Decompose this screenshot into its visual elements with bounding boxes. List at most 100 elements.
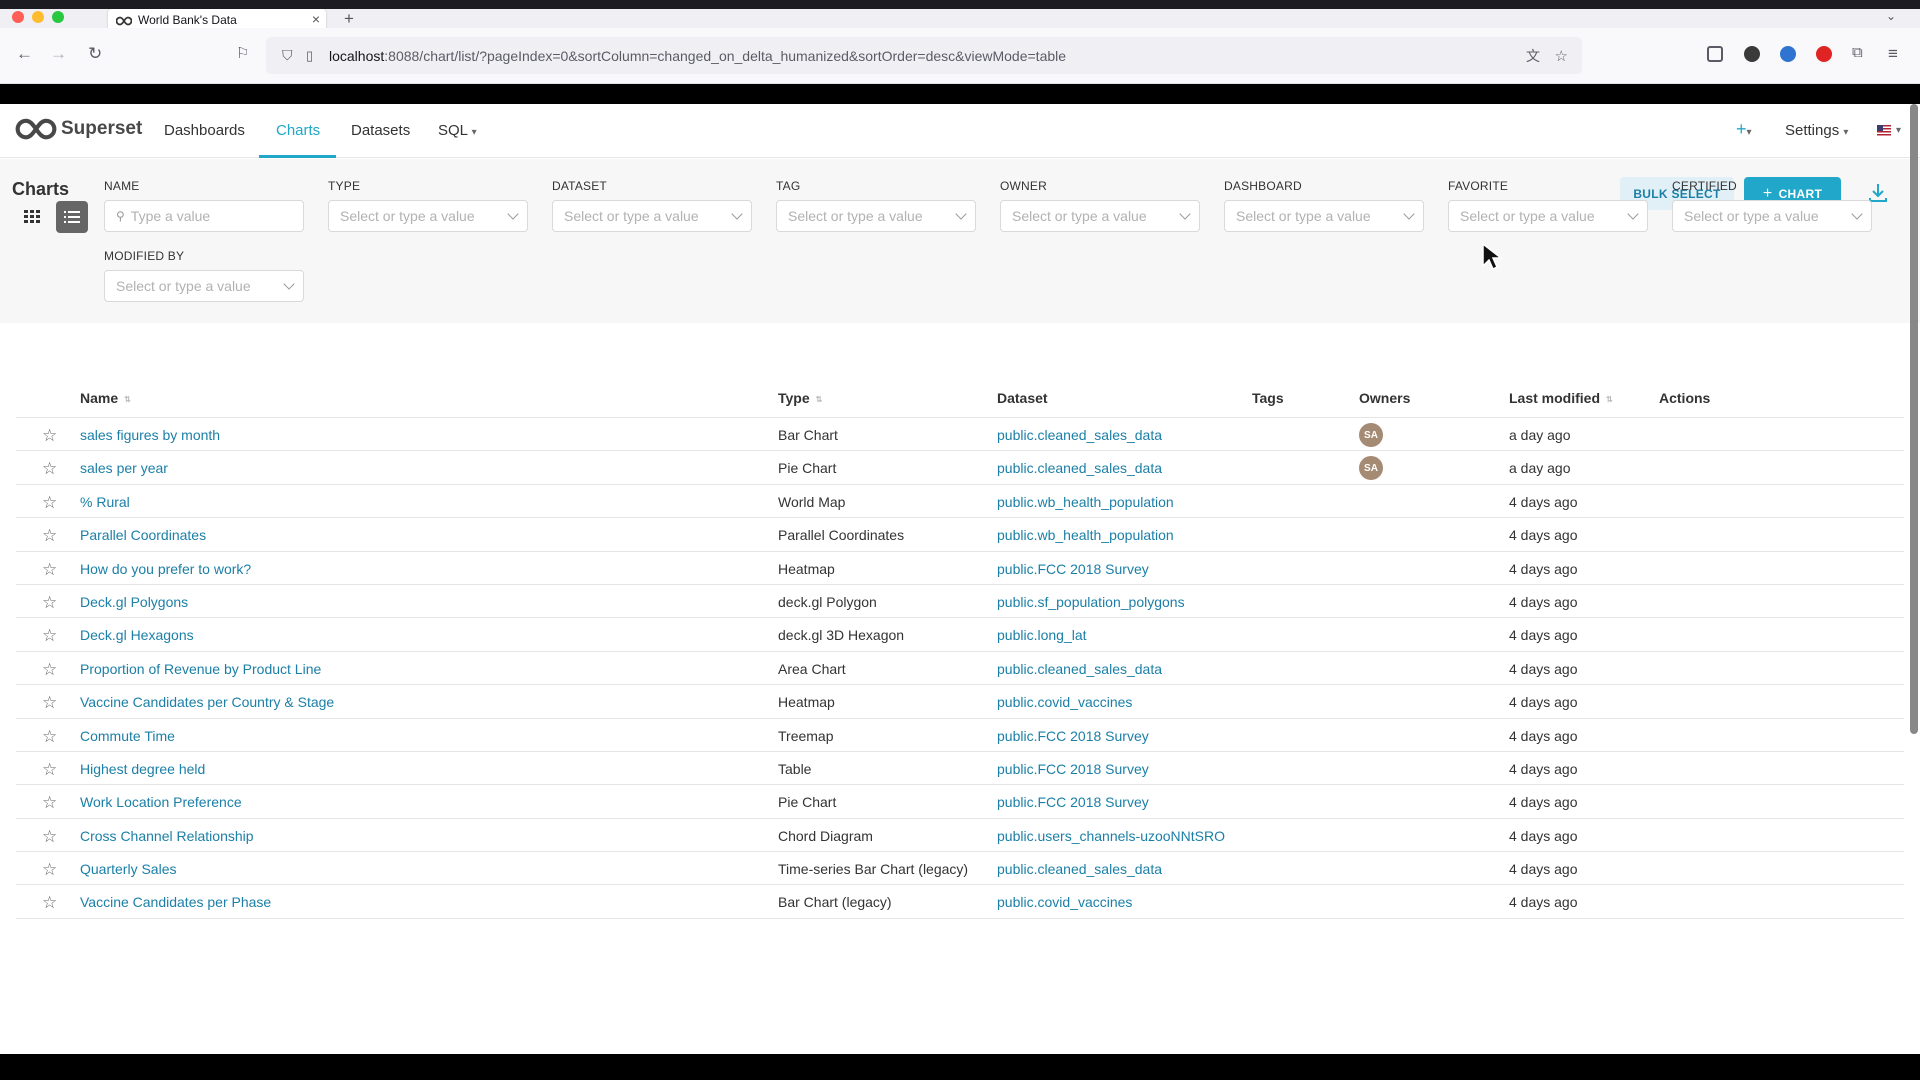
dataset-link[interactable]: public.FCC 2018 Survey	[997, 561, 1149, 577]
extension-s-icon[interactable]	[1744, 46, 1760, 62]
dataset-link[interactable]: public.sf_population_polygons	[997, 594, 1185, 610]
shield-icon[interactable]: ⛉	[282, 47, 293, 64]
favorite-star-icon[interactable]: ☆	[42, 760, 57, 780]
dashboard-select[interactable]: Select or type a value	[1224, 200, 1424, 232]
superset-logo[interactable]: Superset	[15, 118, 142, 140]
dataset-select[interactable]: Select or type a value	[552, 200, 752, 232]
chart-name-link[interactable]: % Rural	[80, 494, 130, 510]
close-tab-icon[interactable]: ×	[312, 11, 320, 27]
maximize-window-button[interactable]	[52, 11, 64, 23]
chart-type: Heatmap	[778, 560, 835, 577]
favorite-star-icon[interactable]: ☆	[42, 493, 57, 513]
nav-sql[interactable]: SQL ▾	[438, 122, 477, 139]
language-flag-icon[interactable]	[1877, 125, 1891, 136]
dataset-link[interactable]: public.long_lat	[997, 627, 1087, 643]
dataset-link[interactable]: public.cleaned_sales_data	[997, 460, 1162, 476]
favorite-select[interactable]: Select or type a value	[1448, 200, 1648, 232]
chart-name-link[interactable]: Highest degree held	[80, 761, 205, 777]
favorite-star-icon[interactable]: ☆	[42, 560, 57, 580]
extension-profile-icon[interactable]	[1780, 46, 1796, 62]
filter-favorite: FAVORITE Select or type a value	[1448, 179, 1648, 232]
forward-icon[interactable]: →	[50, 44, 67, 64]
tag-select[interactable]: Select or type a value	[776, 200, 976, 232]
bookmark-star-icon[interactable]: ☆	[1555, 47, 1568, 65]
name-search-input[interactable]	[130, 208, 281, 224]
chart-name-link[interactable]: Deck.gl Hexagons	[80, 627, 194, 643]
extensions-icon[interactable]: ⧉	[1852, 44, 1863, 61]
language-chevron-icon[interactable]: ▾	[1896, 125, 1901, 136]
url-text[interactable]: localhost:8088/chart/list/?pageIndex=0&s…	[329, 48, 1066, 64]
url-bar[interactable]: ⛉ ▯ localhost:8088/chart/list/?pageIndex…	[266, 37, 1582, 74]
owner-select[interactable]: Select or type a value	[1000, 200, 1200, 232]
modified-by-select[interactable]: Select or type a value	[104, 270, 304, 302]
chart-name-link[interactable]: Cross Channel Relationship	[80, 828, 254, 844]
page-info-icon[interactable]: ▯	[306, 48, 313, 64]
column-name[interactable]: Name ⇅	[80, 390, 131, 406]
favorite-star-icon[interactable]: ☆	[42, 827, 57, 847]
chart-name-link[interactable]: Commute Time	[80, 728, 175, 744]
dataset-link[interactable]: public.covid_vaccines	[997, 894, 1132, 910]
dataset-link[interactable]: public.FCC 2018 Survey	[997, 761, 1149, 777]
last-modified: a day ago	[1509, 460, 1571, 477]
adblock-icon[interactable]	[1816, 46, 1832, 62]
dataset-link[interactable]: public.covid_vaccines	[997, 694, 1132, 710]
favorite-star-icon[interactable]: ☆	[42, 660, 57, 680]
close-window-button[interactable]	[12, 11, 24, 23]
favorite-star-icon[interactable]: ☆	[42, 626, 57, 646]
browser-tab[interactable]: World Bank's Data ×	[108, 9, 326, 30]
card-view-button[interactable]	[16, 201, 48, 233]
chart-type: World Map	[778, 493, 846, 510]
column-type[interactable]: Type ⇅	[778, 390, 822, 406]
new-tab-button[interactable]: +	[344, 9, 354, 29]
favorite-star-icon[interactable]: ☆	[42, 693, 57, 713]
chart-name-link[interactable]: How do you prefer to work?	[80, 561, 251, 577]
owner-avatar[interactable]: SA	[1359, 423, 1383, 447]
nav-datasets[interactable]: Datasets	[351, 122, 410, 139]
dataset-link[interactable]: public.wb_health_population	[997, 494, 1174, 510]
favorite-star-icon[interactable]: ☆	[42, 459, 57, 479]
dataset-link[interactable]: public.wb_health_population	[997, 527, 1174, 543]
list-view-button[interactable]	[56, 201, 88, 233]
favorite-star-icon[interactable]: ☆	[42, 727, 57, 747]
chart-type: Table	[778, 760, 812, 777]
favorite-star-icon[interactable]: ☆	[42, 526, 57, 546]
dataset-link[interactable]: public.cleaned_sales_data	[997, 427, 1162, 443]
dataset-link[interactable]: public.cleaned_sales_data	[997, 861, 1162, 877]
dataset-link[interactable]: public.cleaned_sales_data	[997, 661, 1162, 677]
favorite-star-icon[interactable]: ☆	[42, 426, 57, 446]
type-select[interactable]: Select or type a value	[328, 200, 528, 232]
app-menu-icon[interactable]: ≡	[1888, 44, 1898, 64]
chart-name-link[interactable]: Parallel Coordinates	[80, 527, 206, 543]
tracking-protection-icon[interactable]: ⚐	[236, 44, 249, 62]
chart-name-link[interactable]: sales figures by month	[80, 427, 220, 443]
certified-select[interactable]: Select or type a value	[1672, 200, 1872, 232]
reload-icon[interactable]: ↻	[88, 44, 102, 64]
chart-name-link[interactable]: Deck.gl Polygons	[80, 594, 188, 610]
chart-name-link[interactable]: Vaccine Candidates per Phase	[80, 894, 271, 910]
favorite-star-icon[interactable]: ☆	[42, 860, 57, 880]
dataset-link[interactable]: public.FCC 2018 Survey	[997, 794, 1149, 810]
favorite-star-icon[interactable]: ☆	[42, 893, 57, 913]
settings-menu[interactable]: Settings ▾	[1785, 122, 1848, 139]
translate-icon[interactable]: 文	[1526, 46, 1540, 66]
new-item-button[interactable]: +▾	[1736, 119, 1752, 140]
minimize-window-button[interactable]	[32, 11, 44, 23]
chart-name-link[interactable]: Work Location Preference	[80, 794, 242, 810]
list-all-tabs-icon[interactable]: ⌄	[1886, 9, 1896, 23]
page-scrollbar[interactable]	[1910, 104, 1918, 734]
favorite-star-icon[interactable]: ☆	[42, 593, 57, 613]
chart-name-link[interactable]: sales per year	[80, 460, 168, 476]
chart-name-link[interactable]: Quarterly Sales	[80, 861, 176, 877]
pocket-icon[interactable]	[1707, 46, 1723, 62]
nav-dashboards[interactable]: Dashboards	[164, 122, 245, 139]
chart-name-link[interactable]: Vaccine Candidates per Country & Stage	[80, 694, 334, 710]
chart-name-link[interactable]: Proportion of Revenue by Product Line	[80, 661, 321, 677]
column-last-modified[interactable]: Last modified ⇅	[1509, 390, 1613, 406]
owner-avatar[interactable]: SA	[1359, 456, 1383, 481]
nav-charts[interactable]: Charts	[276, 122, 320, 139]
name-search-field[interactable]: ⚲	[104, 200, 304, 232]
dataset-link[interactable]: public.users_channels-uzooNNtSRO	[997, 828, 1225, 844]
dataset-link[interactable]: public.FCC 2018 Survey	[997, 728, 1149, 744]
back-icon[interactable]: ←	[16, 44, 33, 64]
favorite-star-icon[interactable]: ☆	[42, 793, 57, 813]
